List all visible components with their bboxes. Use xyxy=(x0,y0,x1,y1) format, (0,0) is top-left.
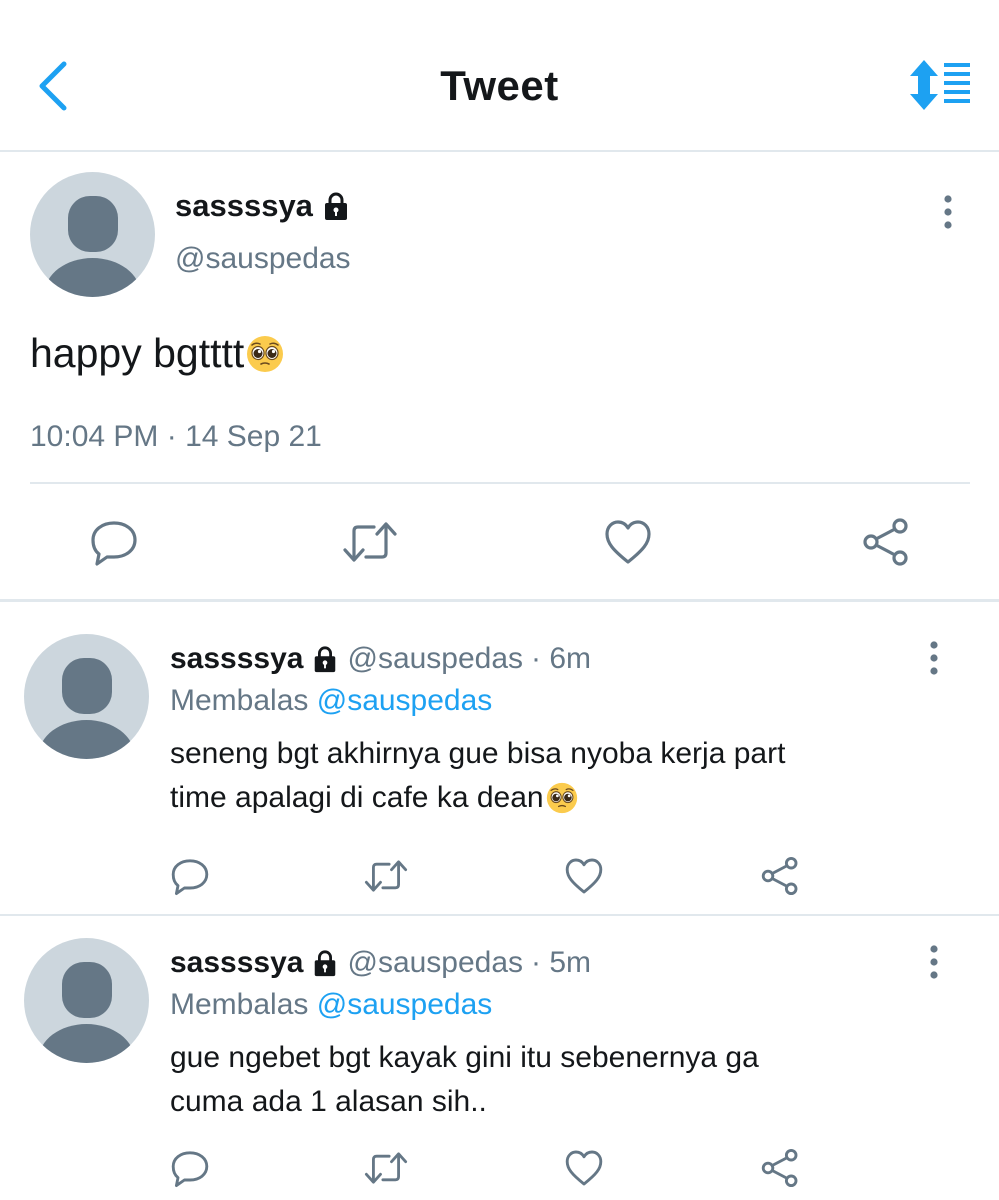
top-bar: Tweet xyxy=(0,0,999,152)
more-vertical-icon xyxy=(930,945,938,979)
heart-icon xyxy=(605,520,651,564)
share-button[interactable] xyxy=(758,1146,802,1190)
reply-tweet[interactable]: sassssya @sauspedas · 6m Membalas @sausp… xyxy=(0,602,999,914)
share-icon xyxy=(761,856,798,896)
share-button[interactable] xyxy=(758,854,802,898)
lock-icon xyxy=(315,950,336,977)
retweet-icon xyxy=(343,522,397,562)
default-avatar-icon xyxy=(44,196,141,297)
retweet-button[interactable] xyxy=(364,854,408,898)
author-handle[interactable]: @sauspedas xyxy=(175,242,351,276)
author-handle[interactable]: @sauspedas xyxy=(347,946,523,980)
lock-icon xyxy=(315,646,336,673)
tweet-actions xyxy=(0,854,999,904)
replying-label: Membalas xyxy=(170,684,309,717)
reply-button[interactable] xyxy=(168,1146,212,1190)
tweet-text-line: cuma ada 1 alasan sih.. xyxy=(170,1085,487,1118)
tweet-text: seneng bgt akhirnya gue bisa nyoba kerja… xyxy=(170,732,950,820)
share-button[interactable] xyxy=(858,514,914,570)
like-button[interactable] xyxy=(562,1146,606,1190)
retweet-icon xyxy=(364,860,408,892)
retweet-icon xyxy=(364,1152,408,1184)
reply-icon xyxy=(171,1151,209,1188)
share-icon xyxy=(863,518,908,566)
sort-timeline-icon xyxy=(910,60,970,110)
author-name[interactable]: sassssya xyxy=(175,188,351,224)
reply-button[interactable] xyxy=(86,514,142,570)
more-vertical-icon xyxy=(944,195,952,229)
tweet-text-line-wrapper: time apalagi di cafe ka dean xyxy=(170,776,950,820)
pleading-face-emoji xyxy=(247,335,284,372)
replying-to: Membalas @sauspedas xyxy=(170,988,492,1022)
page-title: Tweet xyxy=(440,62,559,109)
mention-link[interactable]: @sauspedas xyxy=(317,684,493,717)
replying-to: Membalas @sauspedas xyxy=(170,684,492,718)
retweet-button[interactable] xyxy=(364,1146,408,1190)
reply-button[interactable] xyxy=(168,854,212,898)
like-button[interactable] xyxy=(600,514,656,570)
display-name[interactable]: sassssya xyxy=(170,642,303,676)
more-options-button[interactable] xyxy=(924,944,944,980)
tweet-text: gue ngebet bgt kayak gini itu sebenernya… xyxy=(170,1036,950,1124)
tweet-actions xyxy=(0,1146,999,1196)
avatar[interactable] xyxy=(24,634,149,759)
reply-icon xyxy=(171,859,209,896)
reply-tweet[interactable]: sassssya @sauspedas · 5m Membalas @sausp… xyxy=(0,906,999,1200)
display-name: sassssya xyxy=(175,188,313,223)
avatar[interactable] xyxy=(24,938,149,1063)
pleading-face-emoji xyxy=(546,782,577,814)
tweet-text-line: gue ngebet bgt kayak gini itu sebenernya… xyxy=(170,1041,759,1074)
timeline-sort-button[interactable] xyxy=(908,60,974,110)
tweet-age: · 5m xyxy=(531,946,592,979)
more-options-button[interactable] xyxy=(924,640,944,676)
more-options-button[interactable] xyxy=(938,194,958,230)
main-tweet: sassssya @sauspedas happy bgtttt 10:04 P… xyxy=(0,154,999,600)
retweet-button[interactable] xyxy=(342,514,398,570)
more-vertical-icon xyxy=(930,641,938,675)
divider xyxy=(30,482,970,484)
tweet-actions xyxy=(0,514,999,574)
like-button[interactable] xyxy=(562,854,606,898)
reply-header: sassssya @sauspedas · 6m xyxy=(170,642,591,676)
tweet-text-line: seneng bgt akhirnya gue bisa nyoba kerja… xyxy=(170,737,786,770)
tweet-timestamp: 10:04 PM · 14 Sep 21 xyxy=(30,420,322,453)
default-avatar-icon xyxy=(38,658,135,759)
replying-label: Membalas xyxy=(170,988,309,1021)
reply-icon xyxy=(91,521,137,566)
heart-icon xyxy=(565,858,603,894)
default-avatar-icon xyxy=(38,962,135,1063)
tweet-text-body: happy bgtttt xyxy=(30,330,245,376)
tweet-text: happy bgtttt xyxy=(30,330,284,377)
author-handle[interactable]: @sauspedas xyxy=(347,642,523,676)
reply-header: sassssya @sauspedas · 5m xyxy=(170,946,591,980)
lock-icon xyxy=(324,192,347,220)
mention-link[interactable]: @sauspedas xyxy=(317,988,493,1021)
tweet-age: · 6m xyxy=(531,642,592,675)
share-icon xyxy=(761,1148,798,1188)
heart-icon xyxy=(565,1150,603,1186)
tweet-text-line: time apalagi di cafe ka dean xyxy=(170,781,544,814)
avatar[interactable] xyxy=(30,172,155,297)
display-name[interactable]: sassssya xyxy=(170,946,303,980)
